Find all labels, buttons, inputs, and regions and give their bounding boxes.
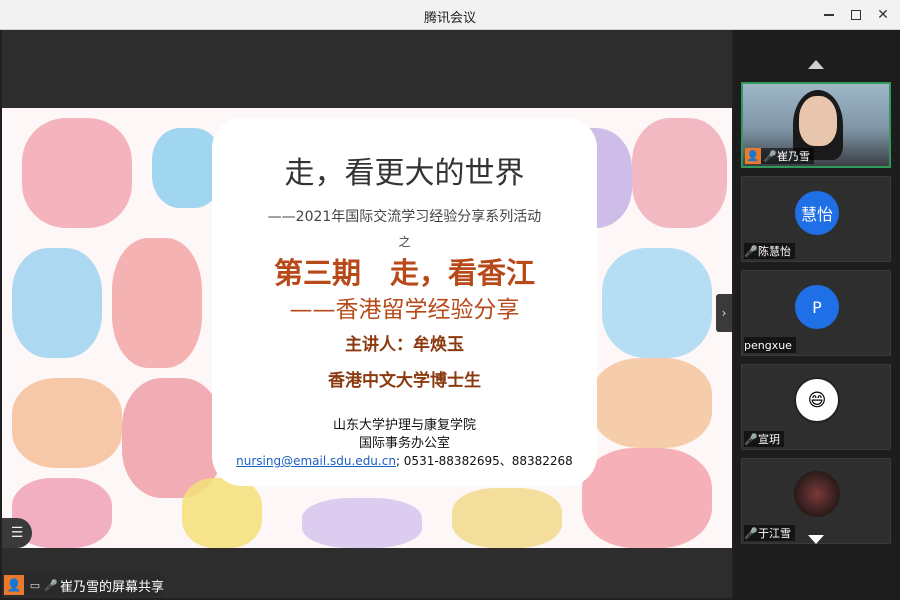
scroll-down-arrow-icon[interactable] xyxy=(808,535,824,544)
host-person-icon: 👤 xyxy=(4,575,24,595)
participant-avatar: P xyxy=(795,285,839,329)
slide-issue-subtitle: ——香港留学经验分享 xyxy=(289,297,520,323)
screen-share-owner-text: 崔乃雪的屏幕共享 xyxy=(60,579,165,595)
slide-subtitle: ——2021年国际交流学习经验分享系列活动 xyxy=(267,209,542,225)
screen-share-area: 走，看更大的世界 ——2021年国际交流学习经验分享系列活动 之 第三期 走，看… xyxy=(2,30,732,598)
mic-muted-icon: 🎤 xyxy=(744,244,758,258)
participant-name: 宣玥 xyxy=(758,433,780,446)
list-icon: ☰ xyxy=(10,525,24,541)
slide-contact: nursing@email.sdu.edu.cn; 0531-88382695、… xyxy=(212,452,597,469)
decor-bubble xyxy=(632,118,727,228)
participant-sidebar: 👤 🎤 崔乃雪 慧怡 🎤 陈慧怡 P pengxue 😄 🎤 宣玥 🎤 于江雪 xyxy=(734,30,900,600)
participant-name: 崔乃雪 xyxy=(777,150,810,163)
mic-muted-icon: 🎤 xyxy=(744,432,758,446)
slide-speaker: 主讲人：牟焕玉 xyxy=(345,335,464,355)
participant-tile[interactable]: P pengxue xyxy=(741,270,891,356)
participant-avatar-cartoon: 😄 xyxy=(794,377,840,423)
window-title: 腾讯会议 xyxy=(423,11,476,26)
decor-bubble xyxy=(302,498,422,548)
meeting-window: 腾讯会议 ✕ 走，看更大的世界 ——2021年国际交流学习经验分享系列活动 之 … xyxy=(0,0,900,600)
maximize-button[interactable] xyxy=(845,5,867,25)
decor-bubble xyxy=(12,248,102,358)
close-button[interactable]: ✕ xyxy=(872,5,894,25)
decor-bubble xyxy=(182,478,262,548)
slide-issue: 第三期 走，看香江 xyxy=(273,256,535,290)
mic-icon: 🎤 xyxy=(44,578,58,592)
slide-content-panel: 走，看更大的世界 ——2021年国际交流学习经验分享系列活动 之 第三期 走，看… xyxy=(212,118,597,486)
scroll-up-arrow-icon[interactable] xyxy=(808,60,824,69)
slide-org-line1: 山东大学护理与康复学院 xyxy=(332,418,476,433)
participant-face xyxy=(799,96,837,146)
participant-namebar: pengxue xyxy=(744,337,796,353)
host-icon: 👤 xyxy=(745,148,761,164)
participant-tile[interactable]: 慧怡 🎤 陈慧怡 xyxy=(741,176,891,262)
screen-icon: ▭ xyxy=(29,578,41,592)
next-page-button[interactable]: › xyxy=(716,294,732,332)
participant-tile[interactable]: 😄 🎤 宣玥 xyxy=(741,364,891,450)
minimize-button[interactable] xyxy=(818,5,840,25)
participant-namebar: 🎤 陈慧怡 xyxy=(744,243,795,259)
member-list-toggle-button[interactable]: ☰ xyxy=(2,518,32,548)
mic-on-icon: 🎤 xyxy=(763,149,777,163)
decor-bubble xyxy=(12,378,122,468)
slide-degree: 香港中文大学博士生 xyxy=(328,371,481,391)
maximize-icon xyxy=(851,10,861,20)
slide-phone: ; 0531-88382695、88382268 xyxy=(395,454,573,468)
participant-namebar: 🎤 宣玥 xyxy=(744,431,784,447)
decor-bubble xyxy=(112,238,202,368)
decor-bubble xyxy=(582,448,712,548)
slide-zhi: 之 xyxy=(398,235,411,249)
participant-tile[interactable]: 🎤 于江雪 xyxy=(741,458,891,544)
shared-slide: 走，看更大的世界 ——2021年国际交流学习经验分享系列活动 之 第三期 走，看… xyxy=(2,108,732,548)
participant-name: 陈慧怡 xyxy=(758,245,791,258)
minimize-icon xyxy=(824,14,834,16)
decor-bubble xyxy=(602,248,712,358)
decor-bubble xyxy=(452,488,562,548)
slide-title: 走，看更大的世界 xyxy=(284,156,525,191)
decor-bubble xyxy=(592,358,712,448)
slide-org-line2: 国际事务办公室 xyxy=(358,436,450,451)
decor-bubble xyxy=(22,118,132,228)
slide-email-link: nursing@email.sdu.edu.cn xyxy=(236,454,396,468)
chevron-right-icon: › xyxy=(721,306,727,320)
screen-share-label: 👤 ▭ 🎤 崔乃雪的屏幕共享 xyxy=(4,574,165,596)
participant-avatar-photo xyxy=(794,471,840,517)
participant-namebar: 🎤 于江雪 xyxy=(744,525,795,541)
participant-tile[interactable]: 👤 🎤 崔乃雪 xyxy=(741,82,891,168)
participant-avatar: 慧怡 xyxy=(795,191,839,235)
title-bar: 腾讯会议 ✕ xyxy=(0,0,900,30)
participant-name: 于江雪 xyxy=(758,527,791,540)
close-icon: ✕ xyxy=(877,7,889,23)
mic-muted-icon: 🎤 xyxy=(744,526,758,540)
participant-name: pengxue xyxy=(744,338,792,352)
participant-namebar: 👤 🎤 崔乃雪 xyxy=(745,148,814,164)
